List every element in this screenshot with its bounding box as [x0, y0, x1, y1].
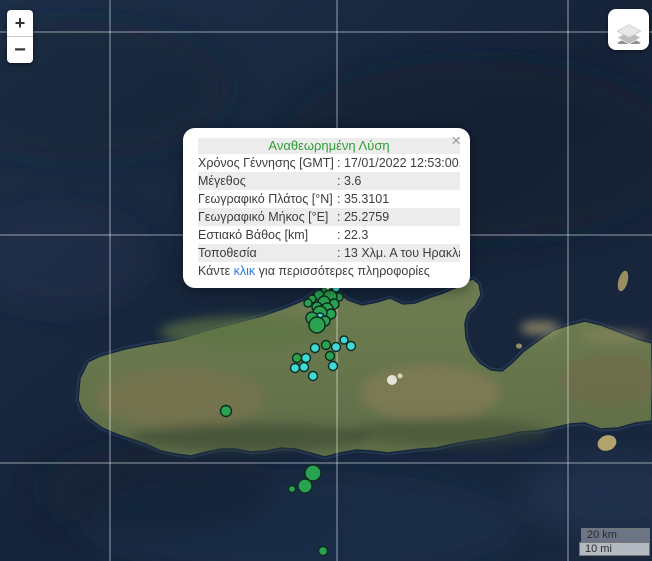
popup-title: Αναθεωρημένη Λύση	[198, 138, 460, 154]
popup-row-label: Γεωγραφικό Μήκος [°E]	[198, 210, 329, 224]
earthquake-marker[interactable]	[327, 360, 339, 372]
origin-time-value: 17/01/2022 12:53:00.86	[343, 156, 460, 170]
earthquake-marker[interactable]	[345, 340, 357, 352]
popup-row: Μέγεθος : 3.6	[198, 172, 460, 190]
popup-row: Γεωγραφικό Μήκος [°E] : 25.2759	[198, 208, 460, 226]
earthquake-marker[interactable]	[320, 339, 332, 351]
longitude-value: 25.2759	[343, 210, 390, 224]
earthquake-marker[interactable]	[300, 352, 312, 364]
popup-row: Εστιακό Βάθος [km] : 22.3	[198, 228, 369, 242]
earthquake-marker[interactable]	[308, 316, 326, 334]
earthquake-marker[interactable]	[339, 335, 349, 345]
earthquake-marker[interactable]	[287, 484, 297, 494]
more-info-link[interactable]: κλικ	[234, 264, 256, 278]
earthquake-marker[interactable]	[303, 298, 313, 308]
earthquake-marker[interactable]	[330, 341, 342, 353]
zoom-control: + −	[7, 10, 33, 63]
quarry-spot	[387, 375, 397, 385]
latitude-value: 35.3101	[343, 192, 390, 206]
popup-footer: Κάντε κλικ για περισσότερες πληροφορίες	[198, 264, 430, 278]
earthquake-marker[interactable]	[297, 478, 313, 494]
earthquake-marker[interactable]	[298, 361, 310, 373]
earthquake-marker[interactable]	[219, 404, 233, 418]
earthquake-marker[interactable]	[291, 352, 303, 364]
map[interactable]: + − × Αναθεωρημένη Λύση Χρόνος Γέννησης …	[0, 0, 652, 561]
popup-close-button[interactable]: ×	[451, 132, 461, 149]
popup-row-label: Εστιακό Βάθος [km]	[198, 228, 309, 242]
popup-row-label: Γεωγραφικό Πλάτος [°N]	[198, 192, 333, 206]
earthquake-marker[interactable]	[324, 350, 336, 362]
zoom-out-button[interactable]: −	[7, 36, 33, 63]
earthquake-marker[interactable]	[289, 362, 301, 374]
islet	[515, 342, 523, 350]
popup-row-label: Τοποθεσία	[198, 246, 257, 260]
popup-row: Τοποθεσία : 13 Χλμ. Α του Ηρακλείου	[198, 244, 460, 262]
location-value: 13 Χλμ. Α του Ηρακλείου	[343, 246, 460, 260]
layers-button[interactable]	[608, 9, 649, 50]
popup-row-label: Χρόνος Γέννησης [GMT]	[198, 156, 334, 170]
magnitude-value: 3.6	[343, 174, 362, 188]
popup-row: Χρόνος Γέννησης [GMT] : 17/01/2022 12:53…	[198, 154, 460, 172]
popup-rows: Χρόνος Γέννησης [GMT] : 17/01/2022 12:53…	[198, 154, 464, 262]
popup-row: Γεωγραφικό Πλάτος [°N] : 35.3101	[198, 192, 390, 206]
zoom-in-button[interactable]: +	[7, 10, 33, 36]
scale-km: 20 km	[581, 528, 650, 542]
earthquake-marker[interactable]	[309, 342, 321, 354]
earthquake-marker[interactable]	[307, 370, 319, 382]
earthquake-marker[interactable]	[304, 464, 322, 482]
earthquake-popup: × Αναθεωρημένη Λύση Χρόνος Γέννησης [GMT…	[183, 128, 470, 288]
scale-control: 20 km 10 mi	[579, 528, 650, 556]
earthquake-marker[interactable]	[317, 545, 329, 557]
scale-mi: 10 mi	[579, 542, 650, 556]
popup-row-label: Μέγεθος	[198, 174, 246, 188]
depth-value: 22.3	[343, 228, 369, 242]
layers-icon	[615, 23, 642, 44]
quarry-spot	[397, 373, 403, 379]
